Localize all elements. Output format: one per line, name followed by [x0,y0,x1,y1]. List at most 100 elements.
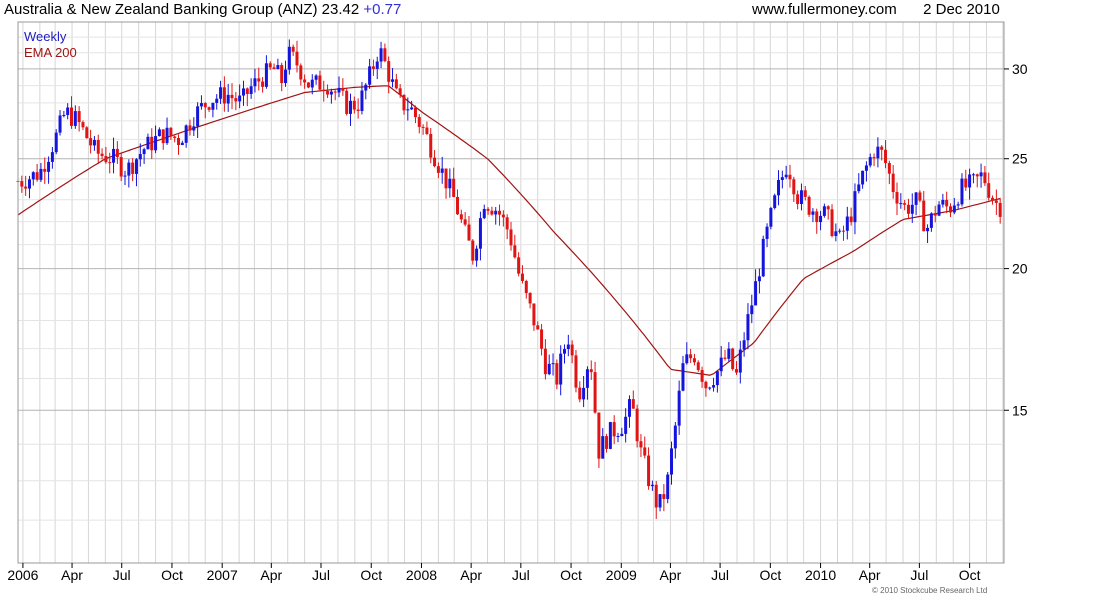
price-change: +0.77 [363,1,402,18]
x-tick-label: Apr [260,567,282,583]
candle-body [299,65,303,80]
candle-body [597,412,601,459]
candle-body [410,107,414,110]
candle-body [375,61,379,69]
candle-body [27,179,31,189]
candle-body [104,156,108,163]
candle-body [620,433,624,436]
candle-body [219,87,223,99]
candle-body [654,484,658,508]
candle-body [211,102,215,110]
candle-body [715,371,719,386]
candle-body [444,168,448,189]
candle-body [70,107,74,126]
candle-body [941,199,945,205]
x-tick-label: 2006 [7,567,38,583]
x-tick-label: Oct [360,567,382,583]
candle-body [681,363,685,391]
candle-body [601,436,605,459]
candle-body [261,81,265,87]
candle-body [337,87,341,93]
candle-body [230,94,234,99]
candle-body [593,372,597,413]
candle-body [291,46,295,52]
candle-body [348,100,352,114]
candle-body [536,325,540,330]
candle-body [528,292,532,304]
candle-body [165,127,169,144]
candle-body [543,348,547,375]
candle-body [540,329,544,349]
candle-body [322,89,326,92]
candle-body [54,132,58,153]
x-tick-label: Apr [460,567,482,583]
candle-body [987,183,991,198]
candle-body [264,63,268,87]
candle-body [501,214,505,218]
candle-body [910,204,914,214]
candle-body [318,75,322,90]
candle-body [425,127,429,134]
candle-body [777,179,781,196]
candle-body [58,115,62,133]
candle-body [433,157,437,167]
candle-body [81,122,85,128]
candle-body [452,178,456,197]
candle-body [811,211,815,215]
candle-body [345,90,349,114]
candle-body [922,200,926,232]
candle-body [406,109,410,111]
candle-body [310,79,314,88]
candle-body [89,138,93,146]
candle-body [983,172,987,184]
candle-body [872,157,876,159]
candle-body [578,387,582,400]
candle-body [624,416,628,434]
candle-body [906,204,910,214]
candle-body [960,178,964,205]
candle-body [929,213,933,228]
x-tick-label: Apr [61,567,83,583]
candle-body [792,179,796,195]
legend-weekly: Weekly [24,29,67,44]
source-url[interactable]: www.fullermoney.com [752,1,897,18]
candle-body [994,200,998,203]
candle-body [979,172,983,177]
candle-body [841,230,845,232]
candle-body [20,181,24,187]
candle-body [387,61,391,82]
y-tick-label: 30 [1012,61,1028,77]
candle-body [670,448,674,475]
candle-body [857,184,861,192]
candle-body [769,208,773,227]
x-axis: 2006 Apr Jul Oct 2007 Apr Jul Oct 2008 Apr Jul Oct 2… [7,563,981,583]
candle-body [138,154,142,160]
candle-body [834,231,838,236]
candle-body [314,75,318,80]
candle-body [238,95,242,102]
x-tick-label: Oct [560,567,582,583]
candle-body [945,199,949,207]
candle-body [100,153,104,157]
company-name: Australia & New Zealand Banking Group (A… [4,1,318,18]
chart-title: Australia & New Zealand Banking Group (A… [4,1,401,18]
candle-body [383,48,387,62]
candle-body [838,230,842,232]
x-tick-label: 2007 [207,567,238,583]
candle-body [784,174,788,178]
candle-body [253,78,257,87]
candle-body [696,362,700,371]
candle-body [673,425,677,449]
candle-body [119,157,123,177]
candle-body [899,203,903,205]
candle-body [971,174,975,176]
candle-body [864,165,868,171]
candle-body [685,354,689,364]
candle-body [585,369,589,388]
candle-body [876,146,880,159]
candle-body [35,172,39,180]
candle-body [203,103,207,108]
candle-body [731,348,735,370]
candle-body [991,197,995,201]
candle-body [192,126,196,131]
